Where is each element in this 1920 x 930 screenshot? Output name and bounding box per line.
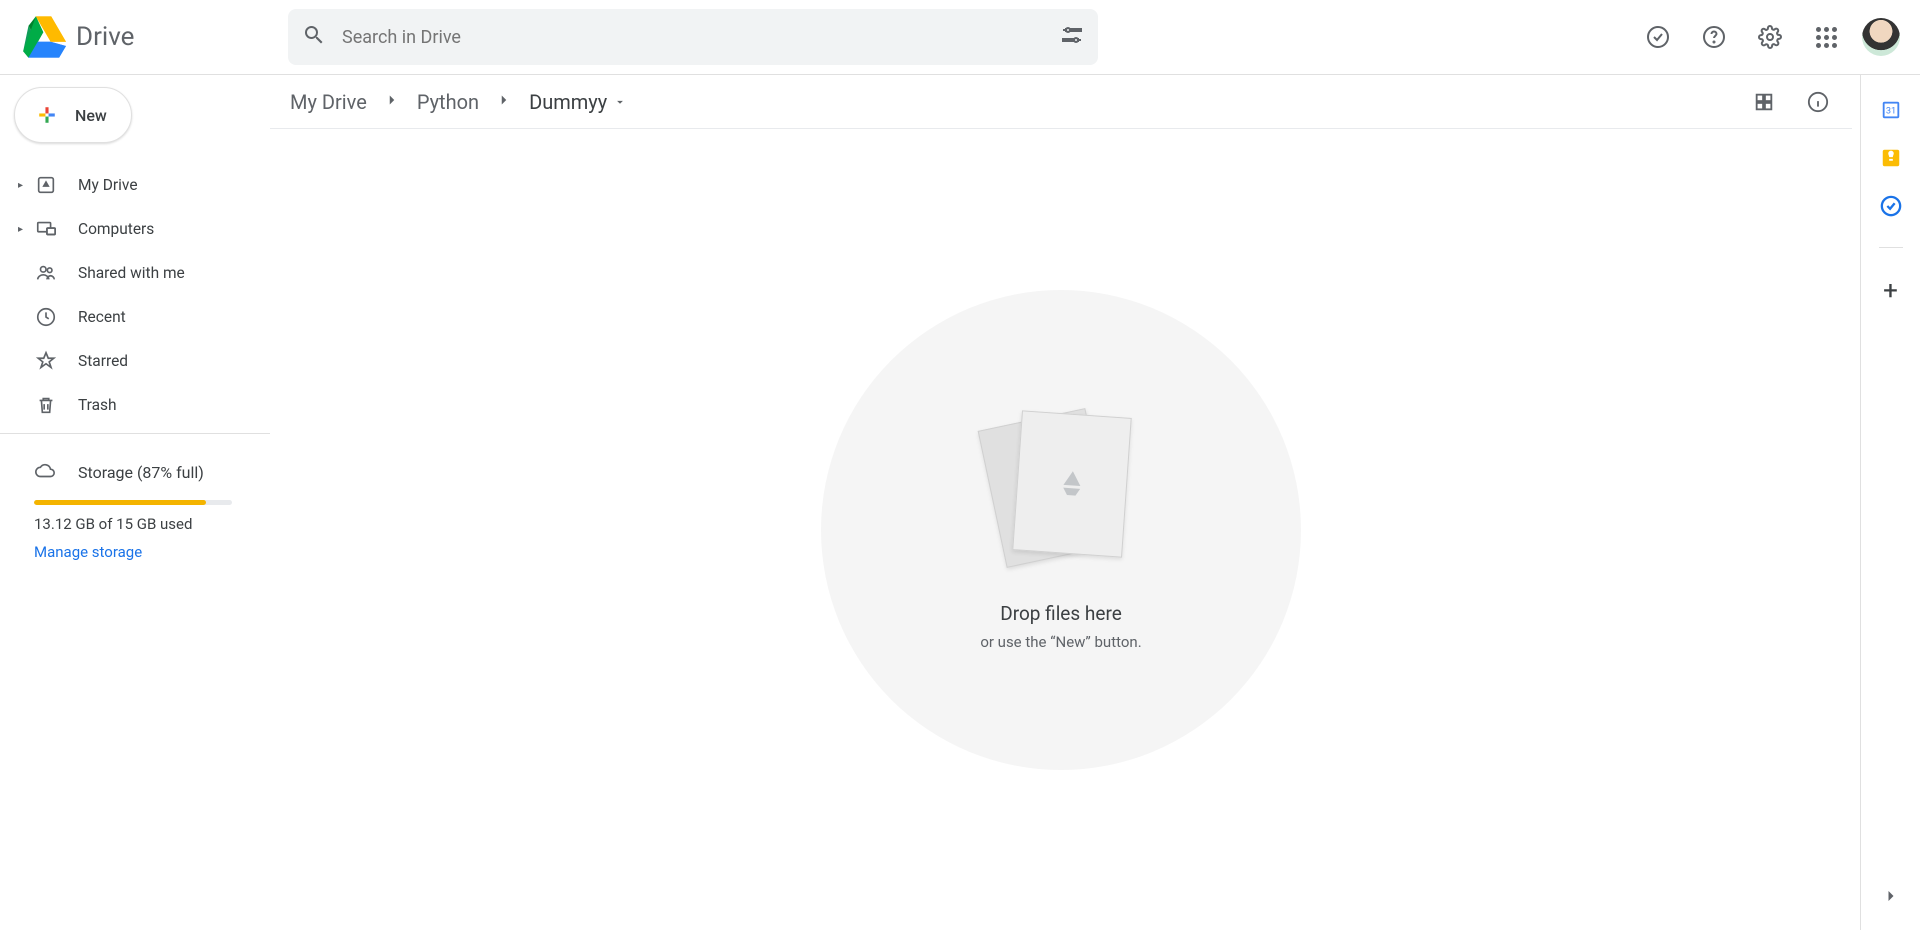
nav-recent[interactable]: Recent [0, 295, 270, 339]
manage-storage-link[interactable]: Manage storage [34, 543, 270, 561]
storage-progress [34, 500, 232, 505]
empty-folder-dropzone[interactable]: Drop files here or use the “New” button. [270, 129, 1852, 930]
help-icon[interactable] [1694, 17, 1734, 57]
expand-icon[interactable]: ▸ [18, 224, 30, 235]
add-addon-icon[interactable]: + [1883, 278, 1898, 304]
details-icon[interactable] [1798, 82, 1838, 122]
nav-my-drive[interactable]: ▸ My Drive [0, 163, 270, 207]
app-header: Drive [0, 0, 1920, 75]
trash-icon [34, 393, 58, 417]
cloud-icon [34, 460, 58, 484]
nav-computers[interactable]: ▸ Computers [0, 207, 270, 251]
breadcrumb-current[interactable]: Dummyy [523, 86, 633, 118]
grid-view-icon[interactable] [1744, 82, 1784, 122]
nav-starred[interactable]: Starred [0, 339, 270, 383]
drive-icon [34, 173, 58, 197]
chevron-right-icon [495, 91, 513, 113]
search-filter-icon[interactable] [1060, 23, 1084, 51]
people-icon [34, 261, 58, 285]
star-icon [34, 349, 58, 373]
nav-storage[interactable]: Storage (87% full) [18, 450, 270, 494]
svg-text:31: 31 [1885, 107, 1895, 117]
sidebar: New ▸ My Drive ▸ Computers Shared with m… [0, 75, 270, 930]
plus-icon [33, 101, 61, 129]
nav-label: Starred [78, 352, 128, 370]
settings-icon[interactable] [1750, 17, 1790, 57]
keep-icon[interactable] [1880, 147, 1902, 169]
drive-logo-link[interactable]: Drive [20, 14, 288, 60]
nav-shared[interactable]: Shared with me [0, 251, 270, 295]
clock-icon [34, 305, 58, 329]
dropdown-icon [613, 95, 627, 109]
new-button[interactable]: New [14, 87, 132, 143]
storage-section: Storage (87% full) 13.12 GB of 15 GB use… [0, 440, 270, 561]
search-bar[interactable] [288, 9, 1098, 65]
nav-section: ▸ My Drive ▸ Computers Shared with me Re… [0, 163, 270, 427]
nav-label: Shared with me [78, 264, 185, 282]
empty-state-illustration [991, 408, 1131, 578]
google-apps-icon[interactable] [1806, 17, 1846, 57]
storage-usage-text: 13.12 GB of 15 GB used [34, 515, 270, 533]
nav-trash[interactable]: Trash [0, 383, 270, 427]
nav-label: Recent [78, 308, 126, 326]
side-panel: 31 + [1860, 75, 1920, 930]
search-input[interactable] [342, 27, 1060, 48]
drive-logo-icon [20, 14, 66, 60]
account-avatar[interactable] [1862, 18, 1900, 56]
nav-label: Trash [78, 396, 117, 414]
expand-icon[interactable]: ▸ [18, 180, 30, 191]
empty-state: Drop files here or use the “New” button. [821, 290, 1301, 770]
divider [1879, 247, 1903, 248]
header-actions [1638, 17, 1900, 57]
breadcrumb-bar: My Drive Python Dummyy [270, 75, 1852, 129]
calendar-icon[interactable]: 31 [1880, 99, 1902, 121]
tasks-icon[interactable] [1880, 195, 1902, 217]
product-name: Drive [76, 22, 134, 52]
chevron-right-icon [383, 91, 401, 113]
collapse-panel-icon[interactable] [1881, 886, 1901, 910]
main-content: My Drive Python Dummyy [270, 75, 1860, 930]
breadcrumb-current-label: Dummyy [529, 90, 607, 114]
empty-state-title: Drop files here [1000, 602, 1122, 625]
offline-ready-icon[interactable] [1638, 17, 1678, 57]
breadcrumb-segment[interactable]: Python [411, 86, 485, 118]
nav-label: Computers [78, 220, 154, 238]
nav-label: My Drive [78, 176, 138, 194]
new-button-label: New [75, 106, 107, 125]
storage-label: Storage (87% full) [78, 463, 204, 482]
divider [0, 433, 270, 434]
search-icon [302, 23, 326, 51]
computer-icon [34, 217, 58, 241]
empty-state-subtitle: or use the “New” button. [980, 633, 1141, 651]
breadcrumb-segment[interactable]: My Drive [284, 86, 373, 118]
